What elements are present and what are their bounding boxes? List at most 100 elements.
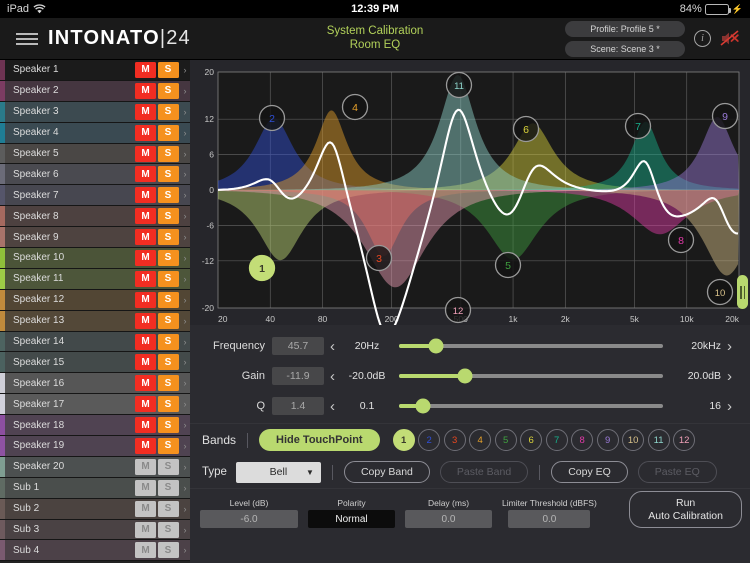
- chevron-right-icon[interactable]: ›: [180, 128, 190, 138]
- chevron-right-icon[interactable]: ›: [180, 504, 190, 514]
- solo-button[interactable]: S: [157, 396, 179, 413]
- slider-increment[interactable]: ›: [721, 368, 738, 385]
- run-auto-calibration-button[interactable]: Run Auto Calibration: [629, 491, 742, 528]
- slider-track[interactable]: [399, 368, 663, 384]
- chevron-right-icon[interactable]: ›: [180, 190, 190, 200]
- slider-value[interactable]: -11.9: [272, 367, 324, 385]
- mute-button[interactable]: M: [135, 208, 156, 225]
- solo-button[interactable]: S: [157, 437, 179, 454]
- mute-button[interactable]: M: [135, 61, 156, 78]
- polarity-toggle[interactable]: Normal: [308, 510, 395, 528]
- mute-button[interactable]: M: [135, 542, 156, 559]
- solo-button[interactable]: S: [157, 542, 179, 559]
- solo-button[interactable]: S: [157, 103, 179, 120]
- chevron-right-icon[interactable]: ›: [180, 378, 190, 388]
- solo-button[interactable]: S: [157, 124, 179, 141]
- eq-graph-svg[interactable]: 2040802005001k2k5k10k20k201260-6-12-2012…: [190, 60, 750, 325]
- speaker-row[interactable]: Sub 1 M S ›: [0, 477, 190, 499]
- band-selector[interactable]: 1 2 3 4 5 6 7 8 9 10 11 12: [392, 429, 696, 451]
- solo-button[interactable]: S: [157, 375, 179, 392]
- mute-button[interactable]: M: [135, 354, 156, 371]
- slider-increment[interactable]: ›: [721, 338, 738, 355]
- solo-button[interactable]: S: [157, 270, 179, 287]
- solo-button[interactable]: S: [157, 145, 179, 162]
- mute-button[interactable]: M: [135, 103, 156, 120]
- mute-button[interactable]: M: [135, 333, 156, 350]
- mute-button[interactable]: M: [135, 458, 156, 475]
- slider-knob[interactable]: [457, 368, 473, 384]
- copy-eq-button[interactable]: Copy EQ: [551, 461, 628, 483]
- solo-button[interactable]: S: [157, 82, 179, 99]
- band-button-1[interactable]: 1: [392, 429, 415, 451]
- speaker-row[interactable]: Speaker 13 M S ›: [0, 310, 190, 332]
- chevron-right-icon[interactable]: ›: [180, 232, 190, 242]
- chevron-right-icon[interactable]: ›: [180, 545, 190, 555]
- band-button-12[interactable]: 12: [673, 429, 696, 451]
- speaker-row[interactable]: Speaker 5 M S ›: [0, 143, 190, 165]
- slider-increment[interactable]: ›: [721, 398, 738, 415]
- solo-button[interactable]: S: [157, 479, 179, 496]
- mute-button[interactable]: M: [135, 82, 156, 99]
- band-button-10[interactable]: 10: [622, 429, 645, 451]
- mute-button[interactable]: M: [135, 500, 156, 517]
- slider-track[interactable]: [399, 338, 663, 354]
- delay-input[interactable]: 0.0: [405, 510, 492, 528]
- speaker-row[interactable]: Speaker 16 M S ›: [0, 373, 190, 395]
- speaker-row[interactable]: Speaker 3 M S ›: [0, 101, 190, 123]
- paste-band-button[interactable]: Paste Band: [439, 461, 529, 483]
- speaker-row[interactable]: Speaker 1 M S ›: [0, 60, 190, 81]
- speaker-row[interactable]: Speaker 6 M S ›: [0, 164, 190, 186]
- solo-button[interactable]: S: [157, 417, 179, 434]
- mute-button[interactable]: M: [135, 312, 156, 329]
- speaker-row[interactable]: Speaker 8 M S ›: [0, 206, 190, 228]
- solo-button[interactable]: S: [157, 208, 179, 225]
- chevron-right-icon[interactable]: ›: [180, 337, 190, 347]
- solo-button[interactable]: S: [157, 458, 179, 475]
- band-button-2[interactable]: 2: [418, 429, 441, 451]
- chevron-right-icon[interactable]: ›: [180, 357, 190, 367]
- chevron-right-icon[interactable]: ›: [180, 525, 190, 535]
- solo-button[interactable]: S: [157, 61, 179, 78]
- chevron-right-icon[interactable]: ›: [180, 483, 190, 493]
- speaker-row[interactable]: Speaker 18 M S ›: [0, 415, 190, 437]
- speaker-row[interactable]: Speaker 10 M S ›: [0, 248, 190, 269]
- slider-value[interactable]: 1.4: [272, 397, 324, 415]
- mute-button[interactable]: M: [135, 396, 156, 413]
- info-icon[interactable]: i: [694, 30, 711, 47]
- mute-button[interactable]: M: [135, 375, 156, 392]
- limiter-input[interactable]: 0.0: [508, 510, 591, 528]
- filter-type-select[interactable]: Bell ▼: [235, 461, 321, 483]
- mute-button[interactable]: M: [135, 229, 156, 246]
- speaker-row[interactable]: Speaker 7 M S ›: [0, 185, 190, 207]
- solo-button[interactable]: S: [157, 187, 179, 204]
- level-input[interactable]: -6.0: [200, 510, 298, 528]
- speaker-row[interactable]: Speaker 19 M S ›: [0, 436, 190, 457]
- mute-button[interactable]: M: [135, 166, 156, 183]
- speaker-row[interactable]: Speaker 14 M S ›: [0, 331, 190, 353]
- mute-button[interactable]: M: [135, 145, 156, 162]
- band-button-8[interactable]: 8: [571, 429, 594, 451]
- slider-knob[interactable]: [428, 338, 444, 354]
- speaker-row[interactable]: Sub 2 M S ›: [0, 498, 190, 520]
- solo-button[interactable]: S: [157, 291, 179, 308]
- chevron-right-icon[interactable]: ›: [180, 65, 190, 75]
- copy-band-button[interactable]: Copy Band: [343, 461, 430, 483]
- speaker-row[interactable]: Sub 3 M S ›: [0, 519, 190, 541]
- speaker-row[interactable]: Speaker 15 M S ›: [0, 352, 190, 374]
- solo-button[interactable]: S: [157, 354, 179, 371]
- solo-button[interactable]: S: [157, 312, 179, 329]
- hamburger-menu-icon[interactable]: [8, 32, 46, 45]
- band-button-6[interactable]: 6: [520, 429, 543, 451]
- chevron-right-icon[interactable]: ›: [180, 316, 190, 326]
- solo-button[interactable]: S: [157, 521, 179, 538]
- eq-graph[interactable]: 2040802005001k2k5k10k20k201260-6-12-2012…: [190, 60, 750, 325]
- band-button-9[interactable]: 9: [596, 429, 619, 451]
- slider-value[interactable]: 45.7: [272, 337, 324, 355]
- parameter-sliders[interactable]: Frequency 45.7 ‹ 20Hz 20kHz › Gain -11.9 ‹ -20.0d…: [190, 325, 750, 423]
- speaker-row[interactable]: Speaker 11 M S ›: [0, 268, 190, 290]
- hide-touchpoint-button[interactable]: Hide TouchPoint: [259, 429, 380, 451]
- scene-selector[interactable]: Scene: Scene 3 *: [565, 40, 685, 57]
- paste-eq-button[interactable]: Paste EQ: [637, 461, 717, 483]
- chevron-right-icon[interactable]: ›: [180, 399, 190, 409]
- solo-button[interactable]: S: [157, 500, 179, 517]
